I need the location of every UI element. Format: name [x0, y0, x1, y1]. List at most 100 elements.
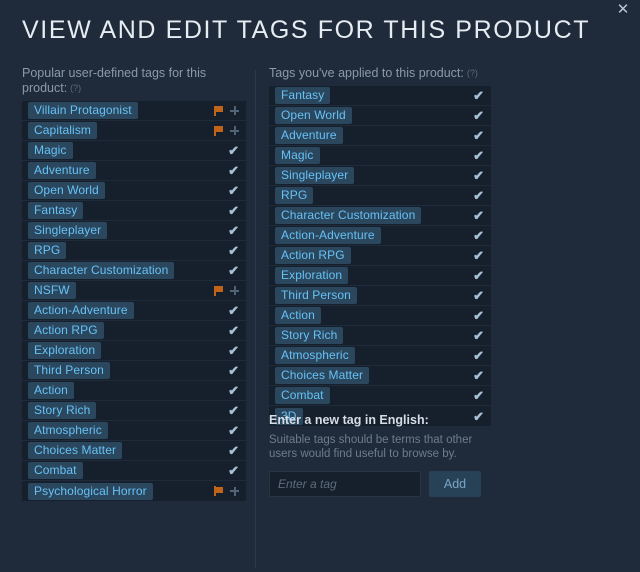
check-icon[interactable]: ✔	[228, 224, 239, 237]
check-icon[interactable]: ✔	[473, 269, 484, 282]
tag-label: Action	[28, 382, 74, 399]
check-icon[interactable]: ✔	[228, 464, 239, 477]
tag-row[interactable]: Action-Adventure ✔	[22, 301, 246, 321]
tag-row[interactable]: Choices Matter ✔	[22, 441, 246, 461]
check-icon[interactable]: ✔	[473, 249, 484, 262]
tag-row[interactable]: Fantasy ✔	[22, 201, 246, 221]
check-icon[interactable]: ✔	[473, 129, 484, 142]
tag-row[interactable]: Combat ✔	[269, 386, 491, 406]
check-icon[interactable]: ✔	[473, 329, 484, 342]
tag-label: Action RPG	[275, 247, 351, 264]
tag-row[interactable]: Villain Protagonist	[22, 101, 246, 121]
tag-row[interactable]: Singleplayer ✔	[269, 166, 491, 186]
check-icon[interactable]: ✔	[473, 369, 484, 382]
help-icon-popular[interactable]: (?)	[70, 83, 81, 93]
tag-row[interactable]: Adventure ✔	[269, 126, 491, 146]
tag-row[interactable]: Adventure ✔	[22, 161, 246, 181]
tag-row[interactable]: Exploration ✔	[22, 341, 246, 361]
plus-icon[interactable]	[230, 106, 239, 115]
check-icon[interactable]: ✔	[473, 89, 484, 102]
tag-row[interactable]: Open World ✔	[22, 181, 246, 201]
tag-row-actions: ✔	[473, 109, 484, 122]
tag-row-actions: ✔	[473, 129, 484, 142]
tag-row[interactable]: Psychological Horror	[22, 481, 246, 501]
check-icon[interactable]: ✔	[228, 364, 239, 377]
plus-icon[interactable]	[230, 286, 239, 295]
applied-tags-header: Tags you've applied to this product: (?)	[269, 66, 491, 81]
tag-row[interactable]: Fantasy ✔	[269, 86, 491, 106]
popular-tags-header-label: Popular user-defined tags for this produ…	[22, 66, 207, 95]
tag-label: Adventure	[275, 127, 343, 144]
check-icon[interactable]: ✔	[228, 404, 239, 417]
check-icon[interactable]: ✔	[473, 349, 484, 362]
tag-row[interactable]: Singleplayer ✔	[22, 221, 246, 241]
check-icon[interactable]: ✔	[228, 304, 239, 317]
check-icon[interactable]: ✔	[473, 109, 484, 122]
check-icon[interactable]: ✔	[473, 169, 484, 182]
tag-label: Combat	[275, 387, 330, 404]
check-icon[interactable]: ✔	[228, 384, 239, 397]
tag-row[interactable]: RPG ✔	[22, 241, 246, 261]
check-icon[interactable]: ✔	[228, 324, 239, 337]
tag-row[interactable]: Open World ✔	[269, 106, 491, 126]
tag-row-actions: ✔	[228, 264, 239, 277]
tag-row[interactable]: Combat ✔	[22, 461, 246, 481]
tag-row[interactable]: Story Rich ✔	[22, 401, 246, 421]
tag-row[interactable]: Action ✔	[22, 381, 246, 401]
tag-row[interactable]: NSFW	[22, 281, 246, 301]
tag-row-actions: ✔	[228, 464, 239, 477]
check-icon[interactable]: ✔	[228, 444, 239, 457]
check-icon[interactable]: ✔	[228, 244, 239, 257]
check-icon[interactable]: ✔	[473, 289, 484, 302]
check-icon[interactable]: ✔	[228, 344, 239, 357]
tag-row[interactable]: Atmospheric ✔	[269, 346, 491, 366]
tag-row[interactable]: Action ✔	[269, 306, 491, 326]
close-icon[interactable]: ✕	[614, 1, 632, 19]
new-tag-input-row: Add	[269, 471, 499, 497]
check-icon[interactable]: ✔	[473, 149, 484, 162]
tag-row[interactable]: Character Customization ✔	[269, 206, 491, 226]
tag-row[interactable]: Capitalism	[22, 121, 246, 141]
check-icon[interactable]: ✔	[228, 164, 239, 177]
check-icon[interactable]: ✔	[473, 309, 484, 322]
tag-label: Action-Adventure	[275, 227, 381, 244]
check-icon[interactable]: ✔	[473, 209, 484, 222]
tag-row[interactable]: Choices Matter ✔	[269, 366, 491, 386]
flag-icon[interactable]	[214, 125, 223, 136]
tag-label: Exploration	[28, 342, 102, 359]
check-icon[interactable]: ✔	[228, 424, 239, 437]
check-icon[interactable]: ✔	[473, 189, 484, 202]
tag-row[interactable]: Exploration ✔	[269, 266, 491, 286]
add-tag-button[interactable]: Add	[429, 471, 481, 497]
check-icon[interactable]: ✔	[473, 229, 484, 242]
tag-row-actions: ✔	[473, 149, 484, 162]
new-tag-input[interactable]	[269, 471, 421, 497]
flag-icon[interactable]	[214, 105, 223, 116]
tag-row[interactable]: Action RPG ✔	[269, 246, 491, 266]
check-icon[interactable]: ✔	[473, 389, 484, 402]
tag-row[interactable]: Third Person ✔	[22, 361, 246, 381]
new-tag-form: Enter a new tag in English: Suitable tag…	[269, 413, 499, 497]
flag-icon[interactable]	[214, 486, 223, 496]
plus-icon[interactable]	[230, 486, 239, 496]
check-icon[interactable]: ✔	[228, 144, 239, 157]
check-icon[interactable]: ✔	[228, 184, 239, 197]
plus-icon[interactable]	[230, 126, 239, 135]
tag-label: Exploration	[275, 267, 349, 284]
tag-row[interactable]: Third Person ✔	[269, 286, 491, 306]
tag-row[interactable]: Character Customization ✔	[22, 261, 246, 281]
tag-row[interactable]: Magic ✔	[269, 146, 491, 166]
tag-row[interactable]: RPG ✔	[269, 186, 491, 206]
flag-icon[interactable]	[214, 285, 223, 296]
tag-row[interactable]: Action-Adventure ✔	[269, 226, 491, 246]
tag-row-actions: ✔	[228, 164, 239, 177]
check-icon[interactable]: ✔	[228, 264, 239, 277]
tag-row[interactable]: Story Rich ✔	[269, 326, 491, 346]
tag-row[interactable]: Action RPG ✔	[22, 321, 246, 341]
check-icon[interactable]: ✔	[228, 204, 239, 217]
tag-label: Magic	[275, 147, 320, 164]
help-icon-applied[interactable]: (?)	[467, 68, 478, 78]
tag-row[interactable]: Atmospheric ✔	[22, 421, 246, 441]
tag-row-actions: ✔	[473, 209, 484, 222]
tag-row[interactable]: Magic ✔	[22, 141, 246, 161]
